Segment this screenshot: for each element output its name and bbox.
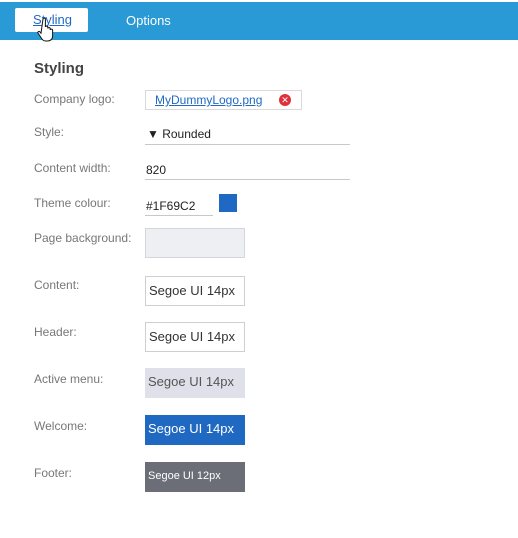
- hand-cursor-icon: [37, 17, 54, 42]
- page-background-label: Page background:: [34, 231, 132, 245]
- content-width-label: Content width:: [34, 161, 111, 175]
- style-value: ▼ Rounded: [147, 127, 211, 141]
- tab-options[interactable]: Options: [126, 10, 171, 32]
- content-label: Content:: [34, 278, 80, 292]
- company-logo-label: Company logo:: [34, 92, 115, 106]
- active-menu-font-preview[interactable]: Segoe UI 14px: [145, 368, 245, 398]
- style-dropdown[interactable]: ▼ Rounded: [145, 124, 350, 145]
- header-font-preview[interactable]: Segoe UI 14px: [145, 322, 245, 352]
- welcome-font-preview[interactable]: Segoe UI 14px: [145, 415, 245, 445]
- footer-font-preview[interactable]: Segoe UI 12px: [145, 462, 245, 492]
- content-width-value: 820: [146, 163, 167, 177]
- company-logo-file-link[interactable]: MyDummyLogo.png: [155, 93, 262, 107]
- theme-colour-input[interactable]: #1F69C2: [145, 195, 213, 216]
- footer-label: Footer:: [34, 466, 73, 480]
- welcome-label: Welcome:: [34, 419, 88, 433]
- theme-colour-value: #1F69C2: [146, 199, 196, 213]
- active-menu-label: Active menu:: [34, 372, 104, 386]
- company-logo-chip: MyDummyLogo.png ✕: [145, 90, 302, 110]
- style-label: Style:: [34, 125, 65, 139]
- content-width-input[interactable]: 820: [145, 159, 350, 180]
- remove-icon[interactable]: ✕: [279, 94, 291, 106]
- theme-colour-swatch[interactable]: [219, 194, 237, 212]
- theme-colour-label: Theme colour:: [34, 196, 111, 210]
- section-title: Styling: [34, 60, 85, 77]
- header-label: Header:: [34, 325, 77, 339]
- content-font-preview[interactable]: Segoe UI 14px: [145, 276, 245, 306]
- page-background-picker[interactable]: [145, 228, 245, 258]
